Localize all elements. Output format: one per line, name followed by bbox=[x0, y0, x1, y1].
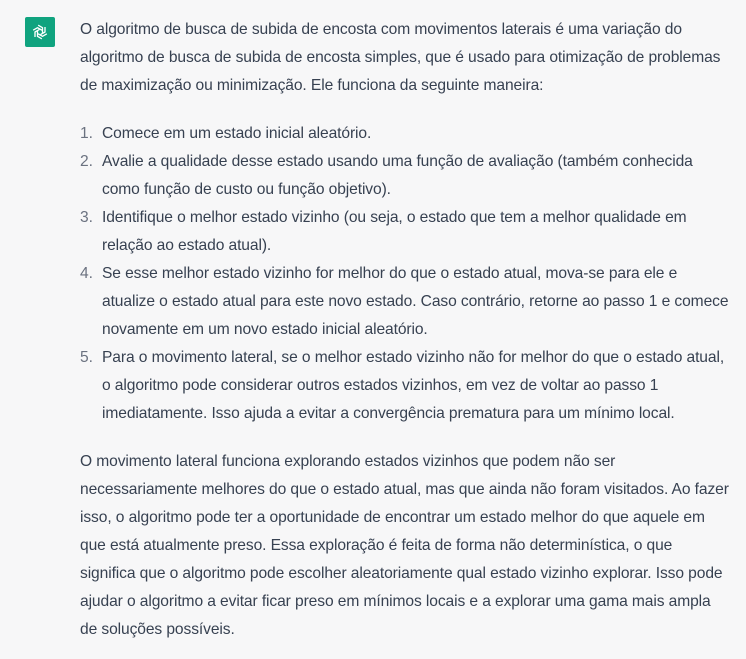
list-item: 3. Identifique o melhor estado vizinho (… bbox=[80, 204, 730, 260]
list-number: 4. bbox=[80, 265, 93, 282]
list-number: 3. bbox=[80, 209, 93, 226]
list-number: 1. bbox=[80, 125, 93, 142]
list-item: 1. Comece em um estado inicial aleatório… bbox=[80, 120, 730, 148]
message-content: O algoritmo de busca de subida de encost… bbox=[80, 16, 730, 644]
assistant-avatar bbox=[25, 17, 55, 47]
list-item-text: Avalie a qualidade desse estado usando u… bbox=[102, 153, 693, 198]
list-number: 2. bbox=[80, 153, 93, 170]
list-item-text: Identifique o melhor estado vizinho (ou … bbox=[102, 209, 687, 254]
list-item: 2. Avalie a qualidade desse estado usand… bbox=[80, 148, 730, 204]
list-item: 4. Se esse melhor estado vizinho for mel… bbox=[80, 260, 730, 344]
list-item: 5. Para o movimento lateral, se o melhor… bbox=[80, 344, 730, 428]
intro-paragraph: O algoritmo de busca de subida de encost… bbox=[80, 21, 721, 94]
list-number: 5. bbox=[80, 349, 93, 366]
assistant-message: O algoritmo de busca de subida de encost… bbox=[0, 0, 746, 659]
openai-logo-icon bbox=[32, 24, 48, 40]
list-item-text: Comece em um estado inicial aleatório. bbox=[102, 125, 372, 142]
list-item-text: Para o movimento lateral, se o melhor es… bbox=[102, 349, 725, 422]
list-item-text: Se esse melhor estado vizinho for melhor… bbox=[102, 265, 729, 338]
steps-list: 1. Comece em um estado inicial aleatório… bbox=[80, 120, 730, 428]
conclusion-paragraph: O movimento lateral funciona explorando … bbox=[80, 453, 729, 638]
